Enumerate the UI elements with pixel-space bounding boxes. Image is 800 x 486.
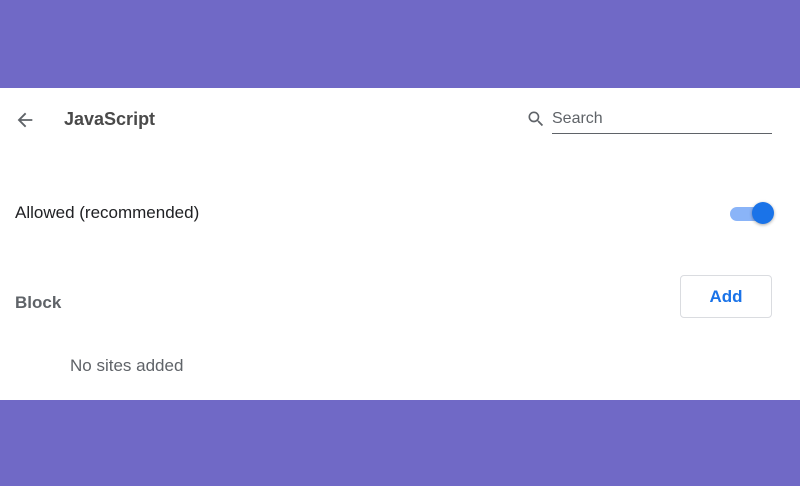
toggle-knob [752, 202, 774, 224]
back-button[interactable] [10, 105, 40, 135]
javascript-settings-panel: JavaScript Allowed (recommended) Block A… [0, 88, 800, 400]
page-title: JavaScript [64, 109, 156, 129]
block-list-empty-text: No sites added [70, 356, 184, 375]
arrow-left-icon [17, 112, 33, 128]
background-bottom [0, 400, 800, 486]
block-section-heading: Block [15, 293, 62, 312]
allowed-setting-label: Allowed (recommended) [15, 203, 200, 222]
search-icon[interactable] [526, 109, 546, 129]
add-blocked-site-button[interactable]: Add [680, 275, 772, 318]
background-top [0, 0, 800, 88]
allowed-toggle[interactable] [730, 200, 774, 226]
search-input[interactable] [552, 105, 772, 134]
